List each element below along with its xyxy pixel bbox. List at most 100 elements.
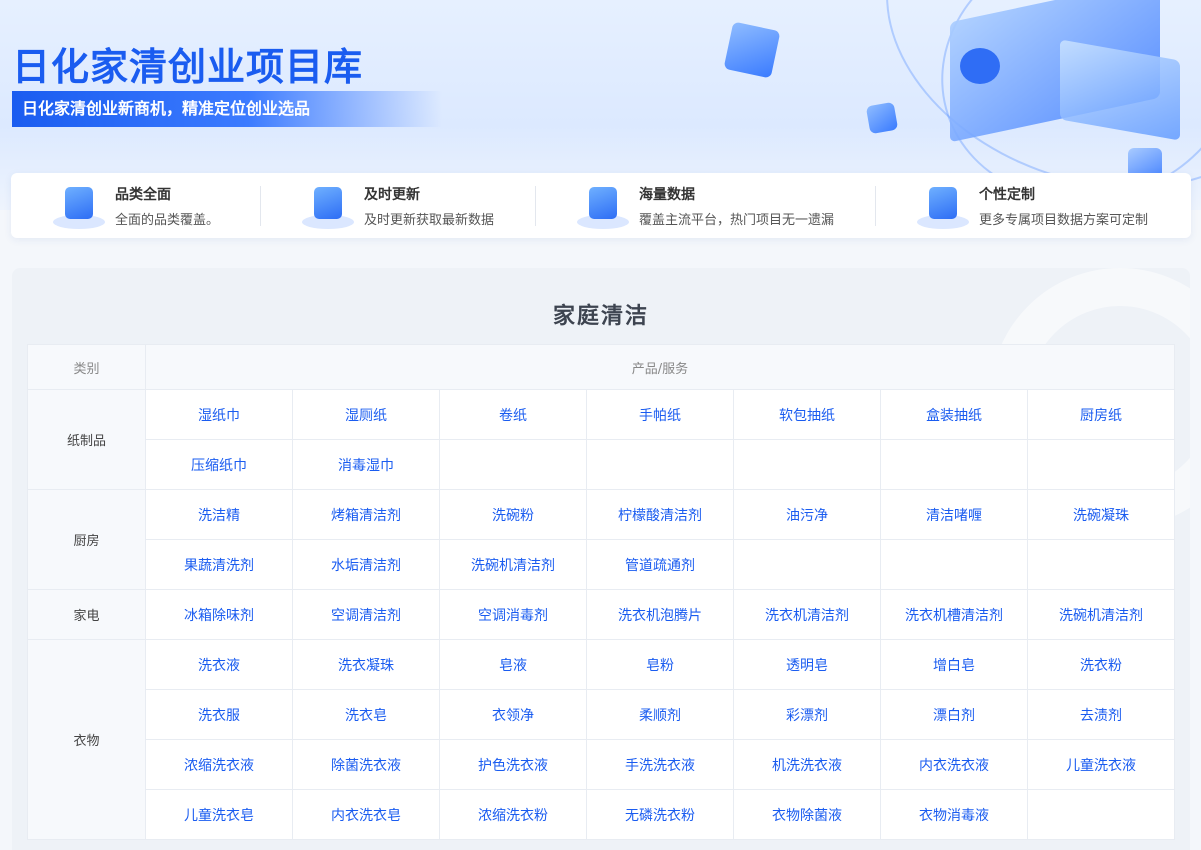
product-link[interactable]: 衣物消毒液 [880, 789, 1028, 840]
feature-item: 海量数据覆盖主流平台，热门项目无一遗漏 [577, 173, 834, 238]
divider [535, 186, 536, 226]
table-row: 洗衣服 洗衣皂 衣领净 柔顺剂 彩漂剂 漂白剂 去渍剂 [28, 689, 1175, 740]
product-link[interactable]: 洗洁精 [145, 489, 293, 540]
table-header-row: 类别 产品/服务 [27, 344, 1175, 390]
divider [875, 186, 876, 226]
product-link[interactable]: 洗衣凝珠 [292, 639, 440, 690]
product-link[interactable]: 内衣洗衣液 [880, 739, 1028, 790]
product-link[interactable]: 洗碗机清洁剂 [1027, 589, 1175, 640]
product-link[interactable]: 洗衣机泡腾片 [586, 589, 734, 640]
product-link[interactable]: 去渍剂 [1027, 689, 1175, 740]
table-row: 家电 冰箱除味剂 空调清洁剂 空调消毒剂 洗衣机泡腾片 洗衣机清洁剂 洗衣机槽清洁剂 洗碗机清… [27, 589, 1175, 640]
product-link[interactable]: 卷纸 [439, 389, 587, 440]
product-link[interactable]: 透明皂 [733, 639, 881, 690]
product-link[interactable]: 手帕纸 [586, 389, 734, 440]
empty-cell [1027, 539, 1175, 590]
feature-desc: 全面的品类覆盖。 [115, 212, 220, 228]
product-link[interactable]: 柔顺剂 [586, 689, 734, 740]
table-row: 纸制品 湿纸巾 湿厕纸 卷纸 手帕纸 软包抽纸 盒装抽纸 厨房纸 [27, 389, 1175, 490]
product-link[interactable]: 空调清洁剂 [292, 589, 440, 640]
product-link[interactable]: 洗衣皂 [292, 689, 440, 740]
product-link[interactable]: 衣领净 [439, 689, 587, 740]
product-link[interactable]: 柠檬酸清洁剂 [586, 489, 734, 540]
feature-title: 个性定制 [979, 186, 1035, 203]
product-panel: 家庭清洁 类别 产品/服务 纸制品 湿纸巾 湿厕纸 卷纸 手帕纸 软包抽纸 盒装抽纸 厨房纸压… [12, 268, 1190, 850]
data-icon [577, 181, 629, 231]
feature-item: 及时更新 及时更新获取最新数据 [302, 173, 494, 238]
product-link[interactable]: 彩漂剂 [733, 689, 881, 740]
product-link[interactable]: 洗碗凝珠 [1027, 489, 1175, 540]
product-link[interactable]: 湿纸巾 [145, 389, 293, 440]
product-link[interactable]: 皂液 [439, 639, 587, 690]
custom-icon [917, 181, 969, 231]
table-row: 厨房 洗洁精 烤箱清洁剂 洗碗粉 柠檬酸清洁剂 油污净 清洁啫喱 洗碗凝珠 [27, 489, 1175, 590]
product-link[interactable]: 软包抽纸 [733, 389, 881, 440]
feature-bar: 品类全面全面的品类覆盖。 及时更新 及时更新获取最新数据 海量数据覆盖主流平台，热… [11, 173, 1191, 238]
feature-item: 品类全面全面的品类覆盖。 [53, 173, 219, 238]
section-title: 家庭清洁 [552, 304, 649, 329]
product-link[interactable]: 护色洗衣液 [439, 739, 587, 790]
product-link[interactable]: 皂粉 [586, 639, 734, 690]
empty-cell [586, 439, 734, 490]
product-link[interactable]: 儿童洗衣液 [1027, 739, 1175, 790]
product-link[interactable]: 烤箱清洁剂 [292, 489, 440, 540]
empty-cell [880, 439, 1028, 490]
product-link[interactable]: 消毒湿巾 [292, 439, 440, 490]
product-link[interactable]: 果蔬清洗剂 [145, 539, 293, 590]
product-link[interactable]: 机洗洗衣液 [733, 739, 881, 790]
empty-cell [1027, 789, 1175, 840]
category-cell: 家电 [27, 589, 146, 640]
decor-cube [723, 21, 781, 79]
product-link[interactable]: 洗碗机清洁剂 [439, 539, 587, 590]
page-subtitle: 日化家清创业新商机，精准定位创业选品 [12, 91, 442, 127]
product-link[interactable]: 洗衣机槽清洁剂 [880, 589, 1028, 640]
feature-item: 个性定制更多专属项目数据方案可定制 [917, 173, 1148, 238]
divider [260, 186, 261, 226]
category-cell: 纸制品 [27, 389, 146, 490]
table-row: 浓缩洗衣液 除菌洗衣液 护色洗衣液 手洗洗衣液 机洗洗衣液 内衣洗衣液 儿童洗衣液 [28, 739, 1175, 790]
product-link[interactable]: 洗衣粉 [1027, 639, 1175, 690]
product-link[interactable]: 儿童洗衣皂 [145, 789, 293, 840]
product-link[interactable]: 浓缩洗衣粉 [439, 789, 587, 840]
product-link[interactable]: 洗衣服 [145, 689, 293, 740]
table-row: 儿童洗衣皂 内衣洗衣皂 浓缩洗衣粉 无磷洗衣粉 衣物除菌液 衣物消毒液 [28, 789, 1175, 840]
feature-desc: 更多专属项目数据方案可定制 [979, 212, 1149, 228]
product-link[interactable]: 水垢清洁剂 [292, 539, 440, 590]
product-link[interactable]: 油污净 [733, 489, 881, 540]
category-cell: 厨房 [27, 489, 146, 590]
product-link[interactable]: 增白皂 [880, 639, 1028, 690]
product-link[interactable]: 洗衣液 [145, 639, 293, 690]
table-row: 果蔬清洗剂 水垢清洁剂 洗碗机清洁剂 管道疏通剂 [28, 539, 1175, 590]
product-link[interactable]: 手洗洗衣液 [586, 739, 734, 790]
product-link[interactable]: 管道疏通剂 [586, 539, 734, 590]
header-category: 类别 [27, 344, 146, 390]
product-link[interactable]: 除菌洗衣液 [292, 739, 440, 790]
product-link[interactable]: 清洁啫喱 [880, 489, 1028, 540]
feature-title: 海量数据 [639, 186, 695, 203]
product-link[interactable]: 漂白剂 [880, 689, 1028, 740]
product-link[interactable]: 洗碗粉 [439, 489, 587, 540]
page-title: 日化家清创业项目库 [12, 45, 364, 89]
empty-cell [733, 439, 881, 490]
decor-cube [960, 48, 1000, 84]
product-link[interactable]: 衣物除菌液 [733, 789, 881, 840]
empty-cell [1027, 439, 1175, 490]
empty-cell [880, 539, 1028, 590]
product-link[interactable]: 盒装抽纸 [880, 389, 1028, 440]
product-link[interactable]: 空调消毒剂 [439, 589, 587, 640]
decor-cube [865, 101, 899, 135]
update-icon [302, 181, 354, 231]
product-link[interactable]: 无磷洗衣粉 [586, 789, 734, 840]
feature-title: 品类全面 [115, 186, 171, 203]
product-link[interactable]: 洗衣机清洁剂 [733, 589, 881, 640]
product-link[interactable]: 内衣洗衣皂 [292, 789, 440, 840]
product-link[interactable]: 厨房纸 [1027, 389, 1175, 440]
feature-title: 及时更新 [364, 186, 420, 203]
product-link[interactable]: 冰箱除味剂 [145, 589, 293, 640]
product-link[interactable]: 湿厕纸 [292, 389, 440, 440]
product-link[interactable]: 浓缩洗衣液 [145, 739, 293, 790]
empty-cell [439, 439, 587, 490]
product-link[interactable]: 压缩纸巾 [145, 439, 293, 490]
feature-desc: 覆盖主流平台，热门项目无一遗漏 [639, 212, 835, 228]
table-body: 纸制品 湿纸巾 湿厕纸 卷纸 手帕纸 软包抽纸 盒装抽纸 厨房纸 压缩纸巾 消毒湿巾 厨房 洗洁精 烤箱… [27, 389, 1175, 840]
